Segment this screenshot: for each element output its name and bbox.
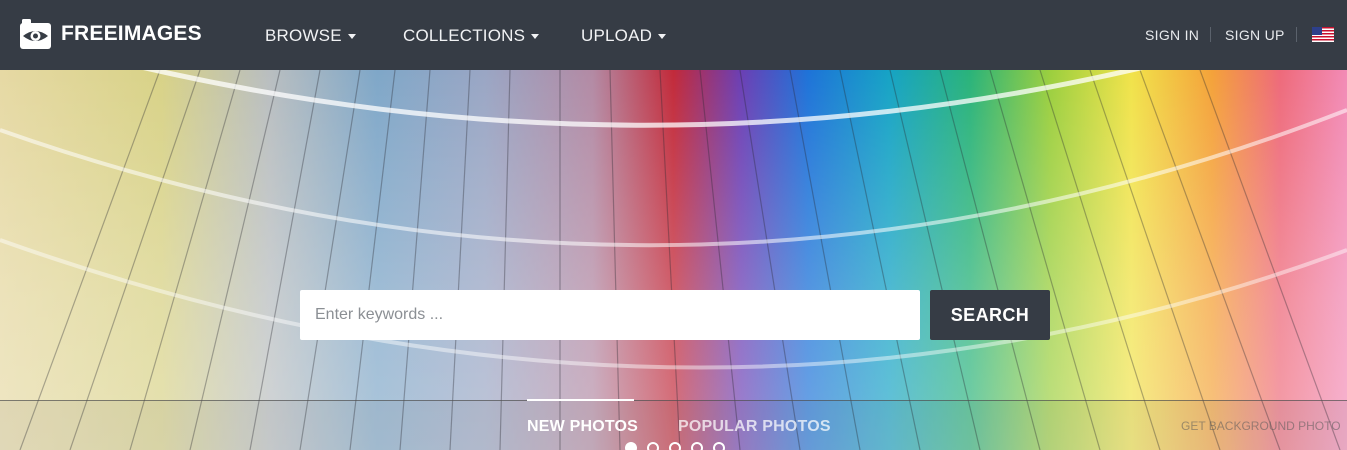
top-navigation-bar: FREEIMAGES BROWSE COLLECTIONS UPLOAD SIG… [0,0,1347,70]
divider [1296,27,1297,42]
logo-text: FREEIMAGES [61,22,202,45]
slide-dot[interactable] [647,442,659,450]
caret-down-icon [347,33,356,39]
search-input[interactable] [300,290,920,340]
tab-divider [0,400,1347,401]
divider [1210,27,1211,42]
search-button[interactable]: SEARCH [930,290,1050,340]
slide-dot[interactable] [691,442,703,450]
nav-collections[interactable]: COLLECTIONS [403,26,540,46]
slide-dot[interactable] [669,442,681,450]
slide-dot[interactable] [713,442,725,450]
camera-eye-icon [19,18,52,50]
sign-in-link[interactable]: SIGN IN [1145,27,1199,43]
caret-down-icon [531,33,540,39]
nav-browse-label: BROWSE [265,26,342,45]
nav-collections-label: COLLECTIONS [403,26,526,45]
site-logo[interactable]: FREEIMAGES [19,17,202,51]
tab-popular-photos[interactable]: POPULAR PHOTOS [678,418,831,436]
active-tab-underline [527,399,634,401]
caret-down-icon [658,33,667,39]
nav-upload[interactable]: UPLOAD [581,26,667,46]
nav-browse[interactable]: BROWSE [265,26,356,46]
us-flag-icon[interactable] [1312,27,1334,42]
slide-indicators [625,442,725,450]
get-background-photo-link[interactable]: GET BACKGROUND PHOTO [1181,419,1341,433]
hero-banner: SEARCH [0,70,1347,450]
tab-new-photos[interactable]: NEW PHOTOS [527,418,638,436]
slide-dot[interactable] [625,442,637,450]
nav-upload-label: UPLOAD [581,26,653,45]
sign-up-link[interactable]: SIGN UP [1225,27,1285,43]
color-swatch-background [0,70,1347,450]
